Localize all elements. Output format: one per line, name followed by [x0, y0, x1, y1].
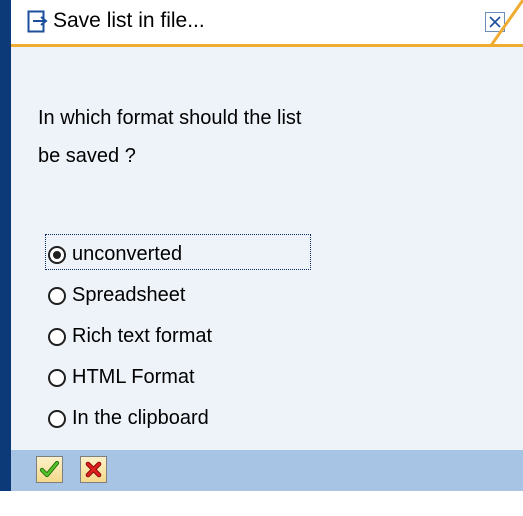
format-options: unconverted Spreadsheet Rich text format…	[45, 234, 348, 439]
option-label[interactable]: In the clipboard	[72, 407, 209, 430]
option-spreadsheet[interactable]: Spreadsheet	[48, 275, 348, 316]
option-label[interactable]: HTML Format	[72, 366, 195, 389]
option-label[interactable]: Spreadsheet	[72, 284, 185, 307]
radio-html-format[interactable]	[48, 368, 66, 387]
window-frame-left	[0, 0, 11, 450]
title-accent-slope	[490, 0, 523, 47]
bottom-margin	[0, 491, 523, 516]
option-rich-text-format[interactable]: Rich text format	[48, 316, 348, 357]
window-frame-left-footer	[0, 450, 11, 491]
option-html-format[interactable]: HTML Format	[48, 357, 348, 398]
continue-button[interactable]	[36, 456, 63, 483]
option-unconverted[interactable]: unconverted	[45, 234, 348, 275]
title-bar[interactable]: Save list in file...	[11, 0, 517, 47]
cancel-button[interactable]	[80, 456, 107, 483]
radio-unconverted[interactable]	[48, 245, 66, 264]
option-clipboard[interactable]: In the clipboard	[48, 398, 348, 439]
cancel-x-icon	[85, 461, 102, 478]
radio-spreadsheet[interactable]	[48, 286, 66, 305]
radio-rich-text-format[interactable]	[48, 327, 66, 346]
window-title: Save list in file...	[53, 9, 205, 32]
radio-clipboard[interactable]	[48, 409, 66, 428]
window-icon	[27, 10, 51, 34]
dialog-content: In which format should the list be saved…	[11, 47, 523, 450]
option-label[interactable]: unconverted	[72, 243, 182, 266]
checkmark-icon	[39, 460, 60, 478]
option-label[interactable]: Rich text format	[72, 325, 212, 348]
question-line-2: be saved ?	[38, 145, 136, 167]
question-line-1: In which format should the list	[38, 107, 302, 129]
save-list-dialog: Save list in file... In which format sho…	[0, 0, 523, 516]
dialog-footer	[0, 450, 523, 491]
format-question: In which format should the list be saved…	[38, 99, 458, 175]
